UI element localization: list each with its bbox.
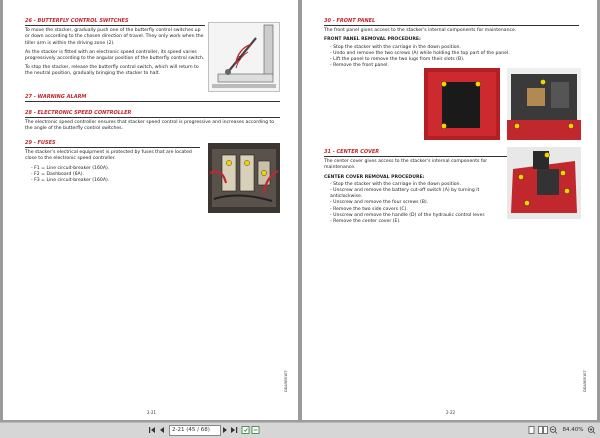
single-page-icon: [528, 426, 535, 434]
page-number: 2-22: [446, 410, 456, 415]
previous-page-icon: [160, 427, 164, 433]
section-title: 28 - ELECTRONIC SPEED CONTROLLER: [25, 110, 132, 116]
title-rule: [324, 156, 509, 158]
section-31: 31 - CENTER COVER The center cover gives…: [324, 149, 509, 225]
section-26: 26 - BUTTERFLY CONTROL SWITCHES To move …: [25, 18, 205, 81]
section-29: 29 - FUSES The stacker's electrical equi…: [25, 140, 200, 184]
paragraph: The front panel gives access to the stac…: [324, 28, 517, 34]
procedure-list: - Stop the stacker with the carriage in …: [330, 182, 509, 225]
page-number: 2-21: [147, 410, 157, 415]
section-27: 27 - WARNING ALARM: [25, 94, 280, 104]
fit-width-icon: [251, 426, 260, 434]
section-title: 29 - FUSES: [25, 140, 56, 146]
viewer-toolbar: 2-21 (45 / 68) 84.40%: [0, 422, 600, 438]
paragraph: As the stacker is fitted with an electro…: [25, 49, 205, 62]
title-rule: [25, 25, 205, 27]
paragraph: To move the stacker, gradually push one …: [25, 28, 204, 46]
document-page-left: 26 - BUTTERFLY CONTROL SWITCHES To move …: [3, 0, 298, 420]
paragraph: The electronic speed controller ensures …: [25, 120, 275, 132]
single-page-view-button[interactable]: [527, 425, 536, 435]
fit-width-button[interactable]: [251, 425, 260, 435]
title-rule: [25, 117, 280, 119]
document-code: DDA5B51E7: [284, 370, 288, 392]
list-item: - Unscrew and remove the battery cut-off…: [330, 188, 480, 200]
butterfly-switch-figure: 2: [208, 22, 280, 92]
first-page-icon: [149, 427, 155, 433]
fuse-list: - F1 = Line circuit-breaker (160A). - F2…: [31, 166, 200, 185]
first-page-button[interactable]: [148, 425, 156, 435]
front-panel-removed-photo: [507, 68, 581, 140]
procedure-heading: CENTER COVER REMOVAL PROCEDURE:: [324, 174, 425, 180]
section-title: 27 - WARNING ALARM: [25, 94, 87, 100]
list-item: - Remove the center cover (E).: [330, 219, 401, 225]
last-page-button[interactable]: [230, 425, 238, 435]
page-number-input[interactable]: 2-21 (45 / 68): [169, 425, 221, 436]
fit-page-icon: [241, 426, 250, 434]
section-title: 30 - FRONT PANEL: [324, 18, 376, 24]
list-item: - F3 = Line circuit-breaker (160A).: [31, 178, 110, 184]
next-page-icon: [223, 427, 227, 433]
document-page-right: 30 - FRONT PANEL The front panel gives a…: [302, 0, 597, 420]
last-page-icon: [231, 427, 238, 433]
document-code: DDA5B51E7: [583, 370, 587, 392]
previous-page-button[interactable]: [158, 425, 166, 435]
paragraph: The stacker's electrical equipment is pr…: [25, 150, 192, 162]
fuses-photo: [208, 143, 280, 213]
zoom-out-button[interactable]: [549, 425, 558, 435]
fit-page-button[interactable]: [241, 425, 250, 435]
section-title: 26 - BUTTERFLY CONTROL SWITCHES: [25, 18, 129, 24]
title-rule: [25, 147, 200, 149]
section-28: 28 - ELECTRONIC SPEED CONTROLLER The ele…: [25, 110, 280, 136]
title-rule: [25, 101, 280, 103]
center-cover-photo: [507, 147, 581, 219]
paragraph: To stop the stacker, release the butterf…: [25, 65, 199, 77]
front-panel-photo: [424, 68, 500, 140]
title-rule: [324, 25, 579, 27]
procedure-list: - Stop the stacker with the carriage in …: [330, 45, 579, 70]
section-title: 31 - CENTER COVER: [324, 149, 380, 155]
zoom-in-button[interactable]: [587, 425, 596, 435]
zoom-level[interactable]: 84.40%: [560, 425, 586, 435]
two-page-view-button[interactable]: [538, 425, 548, 435]
section-30: 30 - FRONT PANEL The front panel gives a…: [324, 18, 579, 69]
zoom-in-icon: [587, 426, 596, 434]
two-page-icon: [538, 426, 548, 434]
next-page-button[interactable]: [221, 425, 229, 435]
procedure-heading: FRONT PANEL REMOVAL PROCEDURE:: [324, 37, 421, 43]
paragraph: The center cover gives access to the sta…: [324, 159, 488, 171]
zoom-out-icon: [549, 426, 558, 434]
svg-text:2: 2: [238, 56, 241, 62]
